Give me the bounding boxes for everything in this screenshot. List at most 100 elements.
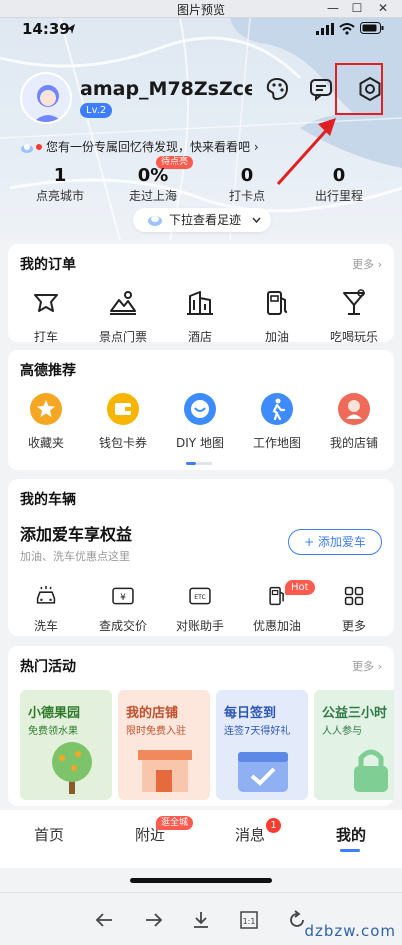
unread-dot bbox=[36, 143, 42, 150]
recommend-diy-map[interactable]: DIY 地图 bbox=[162, 392, 238, 451]
settings-highlight-box bbox=[335, 63, 383, 115]
orders-title: 我的订单 bbox=[20, 257, 76, 273]
activity-charity[interactable]: 公益三小时 人人参与 bbox=[314, 690, 394, 800]
order-label: 打车 bbox=[33, 330, 58, 344]
footprint-pill[interactable]: 下拉查看足迹 bbox=[133, 208, 271, 232]
messages-count-badge: 1 bbox=[266, 818, 281, 833]
stat-cities[interactable]: 1 点亮城市 bbox=[20, 165, 100, 204]
status-time: 14:39 bbox=[22, 20, 70, 38]
vehicle-label: 对账助手 bbox=[175, 619, 224, 633]
recommend-title: 高德推荐 bbox=[20, 363, 76, 379]
active-tab-indicator bbox=[340, 849, 360, 852]
home-indicator bbox=[130, 878, 272, 883]
cloud-mascot-icon bbox=[21, 143, 33, 153]
activities-more-link[interactable]: 更多 › bbox=[352, 658, 382, 674]
hotel-icon bbox=[187, 291, 213, 315]
memory-banner[interactable]: 您有一份专属回忆待发现，快来看看吧 › bbox=[20, 138, 259, 156]
tab-mine[interactable]: 我的 bbox=[336, 824, 366, 845]
chevron-down-icon bbox=[252, 217, 261, 224]
orders-more-link[interactable]: 更多 › bbox=[352, 256, 382, 272]
vehicle-more[interactable]: 更多 bbox=[316, 583, 392, 634]
vehicle-etc[interactable]: ETC 对账助手 bbox=[162, 583, 238, 634]
stat-label: 出行里程 bbox=[314, 189, 363, 203]
recommend-favorites[interactable]: 收藏夹 bbox=[8, 392, 84, 451]
svg-text:ETC: ETC bbox=[194, 594, 206, 601]
maximize-button[interactable]: ☐ bbox=[346, 0, 368, 18]
activity-my-shop[interactable]: 我的店铺 限时免费入驻 bbox=[118, 690, 210, 800]
recommend-label: 收藏夹 bbox=[27, 436, 64, 450]
activity-sub: 限时免费入驻 bbox=[126, 726, 186, 737]
walker-icon bbox=[261, 393, 293, 425]
stat-value: 1 bbox=[53, 165, 67, 186]
stat-value: 0% bbox=[137, 165, 169, 186]
taxi-icon bbox=[34, 294, 58, 312]
order-taxi[interactable]: 打车 bbox=[8, 286, 84, 345]
level-badge: Lv.2 bbox=[80, 103, 113, 118]
message-icon[interactable] bbox=[308, 76, 334, 102]
page-indicator-active bbox=[186, 462, 196, 465]
vehicle-car-wash[interactable]: 洗车 bbox=[8, 583, 84, 634]
order-hotel[interactable]: 酒店 bbox=[162, 286, 238, 345]
download-icon[interactable] bbox=[190, 909, 212, 931]
vehicle-card: 我的车辆 添加爱车享权益 加油、洗车优惠点这里 + 添加爱车 洗车 ¥ 查成交价… bbox=[8, 479, 394, 636]
storefront-icon bbox=[138, 750, 192, 792]
recommend-label: DIY 地图 bbox=[176, 436, 224, 450]
order-fun[interactable]: 吃喝玩乐 bbox=[316, 286, 392, 345]
stat-label: 点亮城市 bbox=[35, 189, 84, 203]
vehicle-label: 更多 bbox=[341, 619, 366, 633]
shop-icon bbox=[338, 393, 370, 425]
tab-home[interactable]: 首页 bbox=[34, 824, 64, 845]
activity-checkin[interactable]: 每日签到 连签7天得好礼 bbox=[216, 690, 308, 800]
stat-checkins[interactable]: 0 打卡点 bbox=[207, 165, 287, 204]
actual-size-icon[interactable]: 1:1 bbox=[238, 909, 260, 931]
car-wash-icon bbox=[36, 586, 56, 604]
nearby-badge: 逛全城 bbox=[156, 816, 194, 830]
cocktail-icon bbox=[343, 289, 365, 315]
signal-icon bbox=[316, 23, 334, 35]
arrow-left-icon[interactable] bbox=[94, 909, 116, 931]
stat-value: 0 bbox=[332, 165, 346, 186]
star-icon bbox=[30, 393, 62, 425]
recommend-label: 工作地图 bbox=[252, 436, 301, 450]
vehicle-price[interactable]: ¥ 查成交价 bbox=[85, 583, 161, 634]
order-ticket[interactable]: 景点门票 bbox=[85, 286, 161, 345]
vehicle-label: 查成交价 bbox=[98, 619, 147, 633]
svg-text:1:1: 1:1 bbox=[243, 917, 256, 926]
vehicle-label: 洗车 bbox=[33, 619, 58, 633]
avatar[interactable] bbox=[20, 72, 72, 124]
stat-shanghai[interactable]: 0% 走过上海 bbox=[113, 165, 193, 204]
recommend-wallet[interactable]: 钱包卡券 bbox=[85, 392, 161, 451]
recommend-work-map[interactable]: 工作地图 bbox=[239, 392, 315, 451]
page-indicator bbox=[196, 462, 212, 465]
activity-sub: 连签7天得好礼 bbox=[224, 726, 291, 737]
username[interactable]: amap_M78ZsZce... bbox=[80, 78, 252, 100]
minimize-button[interactable]: — bbox=[322, 0, 344, 18]
price-tag-icon: ¥ bbox=[112, 587, 134, 605]
recommend-my-shop[interactable]: 我的店铺 bbox=[316, 392, 392, 451]
activities-card: 热门活动 更多 › 小德果园 免费领水果 我的店铺 限时免费入驻 每日签到 连签… bbox=[8, 646, 394, 806]
bottom-tabbar: 首页 附近 逛全城 消息 1 我的 bbox=[0, 810, 402, 868]
skin-theme-icon[interactable] bbox=[264, 76, 290, 102]
hot-badge: Hot bbox=[285, 580, 315, 595]
recommend-label: 我的店铺 bbox=[329, 436, 378, 450]
activity-orchard[interactable]: 小德果园 免费领水果 bbox=[20, 690, 112, 800]
stat-mileage[interactable]: 0 出行里程 bbox=[299, 165, 379, 204]
lock-icon bbox=[354, 749, 388, 792]
activity-title: 小德果园 bbox=[28, 706, 81, 721]
add-car-button[interactable]: + 添加爱车 bbox=[288, 529, 382, 555]
wallet-icon bbox=[107, 393, 139, 425]
tab-messages[interactable]: 消息 bbox=[235, 824, 265, 845]
orders-card: 我的订单 更多 › 打车 景点门票 酒店 加油 吃喝玩乐 bbox=[8, 244, 394, 345]
arrow-right-icon[interactable] bbox=[142, 909, 164, 931]
vehicle-headline: 添加爱车享权益 bbox=[20, 525, 133, 544]
stat-value: 0 bbox=[240, 165, 254, 186]
activities-title: 热门活动 bbox=[20, 659, 76, 675]
activity-sub: 人人参与 bbox=[322, 726, 362, 737]
close-button[interactable]: ✕ bbox=[372, 0, 394, 18]
scenic-ticket-icon bbox=[110, 291, 136, 315]
cloud-mascot-icon bbox=[148, 216, 162, 226]
order-fuel[interactable]: 加油 bbox=[239, 286, 315, 345]
activity-sub: 免费领水果 bbox=[28, 726, 78, 737]
location-arrow-icon bbox=[67, 24, 75, 34]
smile-map-icon bbox=[184, 393, 216, 425]
